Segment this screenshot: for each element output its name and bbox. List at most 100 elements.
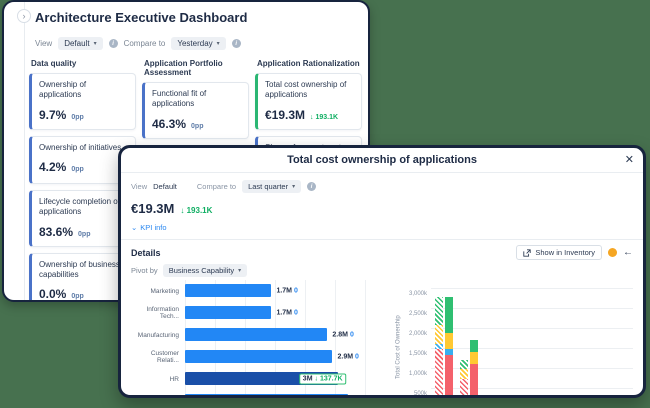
bar-group <box>507 288 532 398</box>
kpi-card-delta: 0pp <box>71 293 84 301</box>
stacked-bar-lq[interactable] <box>485 397 493 398</box>
kpi-card-value: 83.6% <box>39 224 74 239</box>
y-tick-label: 2,500k <box>408 311 427 317</box>
bar-segment-green <box>434 297 443 326</box>
pivot-by-label: Pivot by <box>131 266 158 275</box>
bar-segment-yellow <box>459 369 468 379</box>
bar-value-label: 1.7M 0 <box>276 287 298 295</box>
kpi-card-title: Total cost ownership of applications <box>265 80 347 100</box>
bar-track: 3.2M0 <box>185 390 393 395</box>
bar-row: HR 3M ↓ 137.7K <box>127 368 393 390</box>
y-axis-label: Total Cost of Ownership <box>395 315 402 379</box>
kpi-info-link[interactable]: ⌄ KPI info <box>131 223 643 232</box>
bar-segment-green <box>485 397 493 398</box>
bar-track: 2.8M 0 <box>185 324 393 346</box>
bar-segment-red <box>444 355 453 395</box>
page-title: Architecture Executive Dashboard <box>35 10 248 25</box>
close-icon[interactable]: ✕ <box>625 153 634 166</box>
view-select[interactable]: Default ▾ <box>58 37 103 50</box>
chevron-down-icon: ▾ <box>216 41 220 47</box>
details-heading: Details <box>131 247 161 258</box>
warning-icon[interactable] <box>608 248 617 257</box>
bar-segment-green <box>469 339 478 353</box>
kpi-delta: ↓ 193.1K <box>180 206 213 215</box>
view-value[interactable]: Default <box>153 182 177 191</box>
cost-by-capability-bar-chart: Marketing 1.7M 0 Information Tech... 1.7M 0 Ma… <box>121 280 393 399</box>
bar-segment-green <box>459 360 468 369</box>
modal-title: Total cost ownership of applications <box>287 154 477 166</box>
compare-label: Compare to <box>196 182 237 191</box>
kpi-card-title: Ownership of business capabilities <box>39 259 120 279</box>
bar-category-label: Marketing <box>150 287 179 295</box>
external-link-icon <box>523 248 532 257</box>
y-axis-ticks: 3,000k2,500k2,000k1,500k1,000k500k0 <box>404 288 431 397</box>
back-arrow-icon[interactable]: ← <box>623 247 633 258</box>
chevron-down-icon: ▾ <box>93 41 97 47</box>
bar-segment-red <box>434 349 443 395</box>
compare-label: Compare to <box>123 39 166 48</box>
kpi-card-delta: 0pp <box>191 122 204 130</box>
bar-segment-yellow <box>469 352 478 365</box>
kpi-card[interactable]: Ownership of applications 9.7% 0pp <box>29 73 136 130</box>
bar[interactable] <box>185 306 272 319</box>
kpi-card-title: Functional fit of applications <box>152 89 207 109</box>
bar-group <box>583 288 608 395</box>
chevron-down-icon: ▾ <box>292 184 296 190</box>
y-tick-label: 1,000k <box>408 371 427 377</box>
bar[interactable] <box>185 394 348 395</box>
bar-segment-yellow <box>444 333 453 349</box>
bar[interactable] <box>185 350 333 363</box>
bar[interactable] <box>185 328 328 341</box>
bar-group <box>456 288 481 395</box>
cost-of-ownership-column-chart: Total Cost of Ownership 3,000k 2,500k 2,00… <box>393 280 643 398</box>
kpi-detail-modal: Total cost ownership of applications ✕ V… <box>118 145 646 398</box>
compare-select[interactable]: Yesterday ▾ <box>171 37 226 50</box>
chevron-right-icon: › <box>22 10 26 21</box>
kpi-card-value: 0.0% <box>39 287 67 302</box>
y-tick-label: 1,500k <box>408 351 427 357</box>
stacked-bar-act[interactable] <box>495 397 503 398</box>
bar-value-label: 1.7M 0 <box>276 309 298 317</box>
stacked-bar-lq[interactable] <box>510 397 518 398</box>
compare-select[interactable]: Last quarter ▾ <box>242 180 302 193</box>
bar-category-label: Finance <box>127 398 185 399</box>
info-icon[interactable]: i <box>307 182 317 191</box>
kpi-card-title: Ownership of initiatives <box>39 142 122 152</box>
kpi-card-title: Ownership of applications <box>39 80 87 100</box>
chevron-down-icon: ▾ <box>238 268 242 274</box>
bar-value-label: 2.8M 0 <box>332 331 354 339</box>
view-label: View <box>35 39 53 48</box>
bar-segment-red <box>469 364 478 395</box>
compare-value: Last quarter <box>248 182 289 191</box>
y-tick-label: 500k <box>413 391 427 397</box>
kpi-card[interactable]: Total cost ownership of applications €19.… <box>255 73 362 130</box>
bar-track: 1.7M 0 <box>185 302 393 324</box>
bar-segment-green <box>444 297 453 333</box>
bar-group <box>608 288 633 395</box>
bar-segment-green <box>510 397 518 398</box>
show-in-inventory-button[interactable]: Show in Inventory <box>516 245 602 260</box>
info-icon[interactable]: i <box>108 39 118 48</box>
kpi-card-delta: 0pp <box>71 113 84 121</box>
bar-track: 2.9M 0 <box>185 346 393 368</box>
stacked-bar-act[interactable] <box>444 297 453 395</box>
bar[interactable] <box>185 284 272 297</box>
charts-area: Marketing 1.7M 0 Information Tech... 1.7M 0 Ma… <box>121 280 643 399</box>
bar-row: Marketing 1.7M 0 <box>127 280 393 302</box>
stacked-bar-lq[interactable] <box>459 360 468 395</box>
column-header: Data quality <box>31 59 77 68</box>
view-value: Default <box>64 39 90 48</box>
sidebar-expand-button[interactable]: › <box>17 9 31 23</box>
pivot-select[interactable]: Business Capability ▾ <box>162 264 248 277</box>
kpi-info-label: KPI info <box>140 223 167 232</box>
view-label: View <box>131 182 148 191</box>
bar-group <box>431 288 456 395</box>
bar-group <box>532 288 557 395</box>
kpi-value-row: €19.3M ↓ 193.1K <box>131 201 643 216</box>
kpi-card[interactable]: Functional fit of applications 46.3% 0pp <box>142 82 249 139</box>
info-icon[interactable]: i <box>231 39 241 48</box>
bar-row: Customer Relati... 2.9M 0 <box>127 346 393 368</box>
stacked-bar-lq[interactable] <box>434 297 443 395</box>
stacked-bar-act[interactable] <box>469 339 478 395</box>
modal-header: Total cost ownership of applications ✕ <box>121 148 643 173</box>
